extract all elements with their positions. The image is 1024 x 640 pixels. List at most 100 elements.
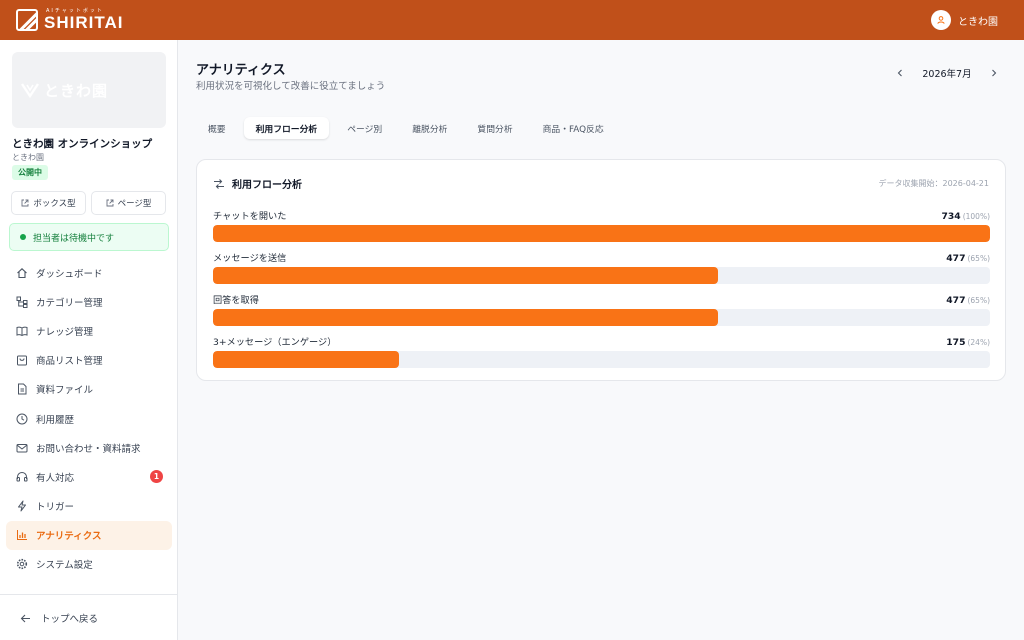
sidebar-nav: ダッシュボード カテゴリー管理 ナレッジ管理 商品リスト管理 資料ファイル 利用… [6,258,172,579]
step-bar-track [213,351,990,368]
sidebar-item-analytics[interactable]: アナリティクス [6,520,172,550]
status-badge: 公開中 [12,165,48,180]
sidebar: ときわ園 ときわ園 オンラインショップ ときわ園 公開中 ボックス型 ページ型 … [0,40,178,640]
user-name: ときわ園 [958,16,998,28]
chevron-right-icon [992,69,997,77]
next-month-button[interactable] [988,67,1000,79]
sidebar-divider [0,594,178,595]
sidebar-item-files[interactable]: 資料ファイル [6,375,172,404]
step-bar-fill [213,225,990,242]
status-dot-icon [20,234,26,240]
step-bar-track [213,309,990,326]
notification-badge: 1 [150,470,163,484]
external-link-icon [21,199,29,207]
book-icon [15,324,28,337]
top-bar: AIチャットボット SHIRITAI ときわ園 [0,0,1024,40]
flow-icon [214,178,224,189]
funnel-step: チャットを開いた 734 (100%) [213,208,990,242]
tab-questions[interactable]: 質問分析 [465,117,524,139]
user-menu[interactable]: ときわ園 [931,10,998,30]
operator-status-text: 担当者は待機中です [33,233,115,244]
mail-icon [15,441,28,454]
sidebar-item-history[interactable]: 利用履歴 [6,404,172,433]
clock-icon [15,412,28,425]
usage-flow-card: 利用フロー分析 データ収集開始：2026-04-21 チャットを開いた 734(… [196,159,1006,381]
step-percent: (24%) [967,338,990,347]
step-value: 734 [941,211,961,222]
step-label: 回答を取得 [213,295,259,306]
arrow-left-icon [20,614,30,622]
sidebar-item-label: ナレッジ管理 [36,326,94,338]
sidebar-item-label: システム設定 [36,560,93,572]
home-icon [15,266,28,279]
step-value: 477 [946,253,966,264]
step-bar-fill [213,351,400,368]
step-bar-fill [213,309,719,326]
card-title: 利用フロー分析 [213,176,302,191]
tab-products-faq[interactable]: 商品・FAQ反応 [531,117,616,139]
sidebar-item-dashboard[interactable]: ダッシュボード [6,258,172,287]
page-type-label: ページ型 [117,199,152,209]
bag-icon [15,354,28,367]
sidebar-item-products[interactable]: 商品リスト管理 [6,346,172,375]
current-month: 2026年7月 [922,69,972,80]
shop-logo-icon [21,83,39,98]
tab-drop-off[interactable]: 離脱分析 [400,117,459,139]
analytics-tabs: 概要 利用フロー分析 ページ別 離脱分析 質問分析 商品・FAQ反応 [196,117,616,139]
app-logo[interactable]: AIチャットボット SHIRITAI [16,9,123,31]
sidebar-item-label: ダッシュボード [36,268,103,280]
box-type-button[interactable]: ボックス型 [11,191,86,215]
tab-overview[interactable]: 概要 [196,117,238,139]
previous-month-button[interactable] [894,67,906,79]
step-label: 3+メッセージ（エンゲージ） [213,337,337,348]
sidebar-item-knowledge[interactable]: ナレッジ管理 [6,316,172,345]
operator-status: 担当者は待機中です [9,223,169,251]
external-link-icon [106,199,114,207]
shop-thumbnail: ときわ園 [12,52,166,128]
sidebar-item-label: アナリティクス [36,531,102,543]
sidebar-item-inquiries[interactable]: お問い合わせ・資料請求 [6,433,172,462]
shop-name: ときわ園 オンラインショップ [12,138,153,150]
box-type-label: ボックス型 [33,199,76,209]
step-percent: (65%) [967,254,990,263]
page-subtitle: 利用状況を可視化して改善に役立てましょう [196,81,386,92]
step-bar-fill [213,267,719,284]
page-type-button[interactable]: ページ型 [91,191,166,215]
page-title: アナリティクス [196,63,286,78]
chart-icon [15,529,28,542]
step-percent: (65%) [967,296,990,305]
headset-icon [15,470,28,483]
bolt-icon [15,500,28,513]
chevron-left-icon [897,69,902,77]
user-avatar-icon [931,10,951,30]
month-selector: 2026年7月 [894,66,1000,80]
funnel-step: 3+メッセージ（エンゲージ） 175 (24%) [213,334,990,368]
card-title-text: 利用フロー分析 [232,180,302,191]
step-label: チャットを開いた [213,211,287,222]
sidebar-item-label: お問い合わせ・資料請求 [36,443,141,455]
logo-mark-icon [16,9,38,31]
step-percent: (100%) [962,212,990,221]
tab-usage-flow[interactable]: 利用フロー分析 [243,117,330,139]
step-value: 175 [946,337,966,348]
step-bar-track [213,225,990,242]
sidebar-item-label: トリガー [36,502,75,514]
back-to-top-link[interactable]: トップへ戻る [20,611,98,625]
logo-title: SHIRITAI [44,13,124,32]
funnel-step: 回答を取得 477 (65%) [213,292,990,326]
shop-company: ときわ園 [12,153,44,162]
sidebar-item-triggers[interactable]: トリガー [6,492,172,521]
back-link-label: トップへ戻る [41,614,99,625]
sidebar-item-live-support[interactable]: 有人対応 1 [6,462,172,491]
sidebar-item-label: 商品リスト管理 [36,356,103,368]
shop-thumbnail-text: ときわ園 [44,81,109,100]
step-label: メッセージを送信 [213,253,287,264]
sidebar-item-label: カテゴリー管理 [36,297,103,309]
sidebar-item-categories[interactable]: カテゴリー管理 [6,287,172,316]
tab-by-page[interactable]: ページ別 [335,117,394,139]
step-bar-track [213,267,990,284]
tree-icon [15,295,28,308]
sidebar-item-label: 利用履歴 [36,414,75,426]
sidebar-item-label: 有人対応 [36,472,75,484]
sidebar-item-settings[interactable]: システム設定 [6,550,172,579]
